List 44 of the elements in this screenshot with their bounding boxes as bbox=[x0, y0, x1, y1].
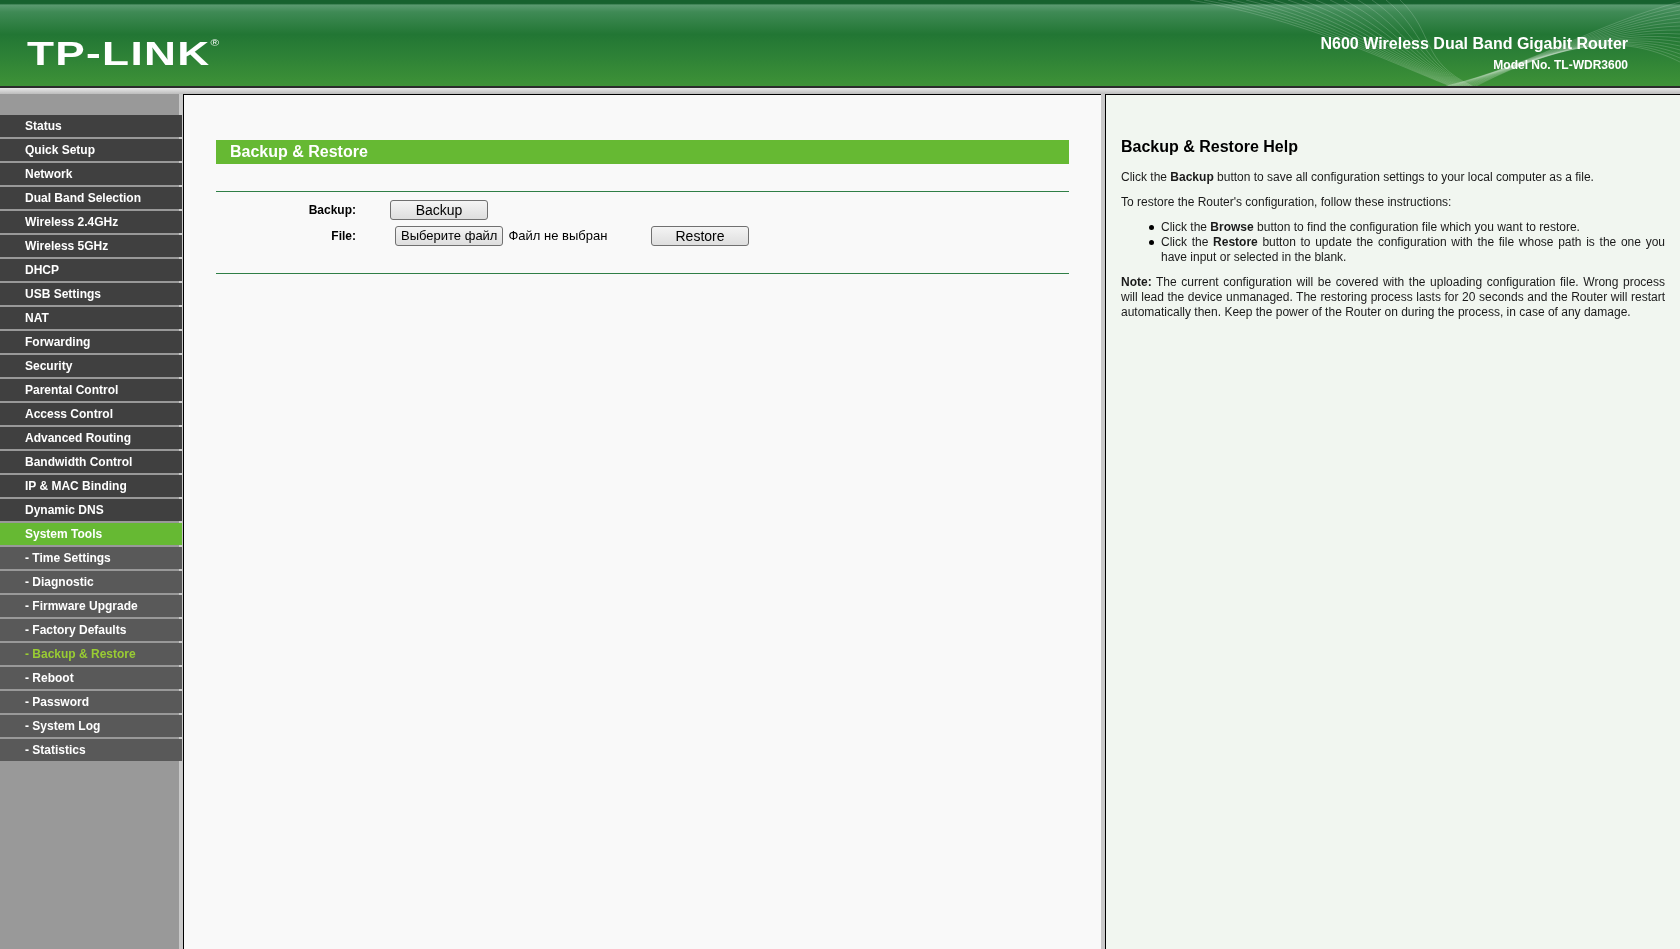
sidebar-submenu-item[interactable]: - Firmware Upgrade bbox=[0, 595, 182, 617]
sidebar-menu-item[interactable]: Forwarding bbox=[0, 331, 182, 353]
sidebar-menu-item[interactable]: USB Settings bbox=[0, 283, 182, 305]
sidebar-menu-item[interactable]: Access Control bbox=[0, 403, 182, 425]
sidebar-submenu-item[interactable]: - Factory Defaults bbox=[0, 619, 182, 641]
sidebar-menu-item[interactable]: Advanced Routing bbox=[0, 427, 182, 449]
bullet-icon bbox=[1149, 225, 1154, 230]
restore-button[interactable]: Restore bbox=[651, 226, 749, 246]
sidebar-submenu-item[interactable]: - Time Settings bbox=[0, 547, 182, 569]
sidebar-submenu-item[interactable]: - Backup & Restore bbox=[0, 643, 182, 665]
sidebar-menu-item[interactable]: Dual Band Selection bbox=[0, 187, 182, 209]
product-title: N600 Wireless Dual Band Gigabit Router bbox=[1320, 34, 1628, 54]
bullet-icon bbox=[1149, 240, 1154, 245]
sidebar-submenu-item[interactable]: - Diagnostic bbox=[0, 571, 182, 593]
help-paragraph: Note: The current configuration will be covered with the uploading configuration file. Wrong process will lead the device unmanaged. The restoring process lasts for 20 seconds and the Router will restart automatically then. Keep the power of the Router on during the process, in case of any damage. bbox=[1121, 275, 1665, 320]
file-chooser-button[interactable]: Выберите файл bbox=[395, 226, 504, 246]
sidebar-menu-item[interactable]: DHCP bbox=[0, 259, 182, 281]
help-title: Backup & Restore Help bbox=[1121, 137, 1299, 157]
help-paragraph: To restore the Router's configuration, follow these instructions: bbox=[1121, 195, 1453, 210]
sidebar-menu-item[interactable]: Bandwidth Control bbox=[0, 451, 182, 473]
sidebar-menu-item[interactable]: Parental Control bbox=[0, 379, 182, 401]
help-list-item: Click the Browse button to find the configuration file which you want to restore. bbox=[1161, 220, 1581, 235]
sidebar-submenu-item[interactable]: - System Log bbox=[0, 715, 182, 737]
sidebar-menu-item[interactable]: Network bbox=[0, 163, 182, 185]
form-label: File: bbox=[330, 228, 356, 245]
sidebar-menu-item[interactable]: Wireless 5GHz bbox=[0, 235, 182, 257]
help-list-item: Click the Restore button to update the configuration with the file whose path is the one you have input or selected in the blank. bbox=[1161, 235, 1665, 265]
logo-registered-mark: ® bbox=[210, 39, 220, 48]
sidebar-menu-item[interactable]: Quick Setup bbox=[0, 139, 182, 161]
sidebar-menu-item[interactable]: Security bbox=[0, 355, 182, 377]
help-paragraph: Click the Backup button to save all configuration settings to your local computer as a file. bbox=[1121, 170, 1595, 185]
sidebar-menu-item[interactable]: Dynamic DNS bbox=[0, 499, 182, 521]
sidebar-menu-item[interactable]: NAT bbox=[0, 307, 182, 329]
sidebar-menu-item[interactable]: Wireless 2.4GHz bbox=[0, 211, 182, 233]
sidebar-submenu-item[interactable]: - Password bbox=[0, 691, 182, 713]
sidebar-menu-item[interactable]: IP & MAC Binding bbox=[0, 475, 182, 497]
sidebar-submenu-item[interactable]: - Statistics bbox=[0, 739, 182, 761]
section-title-bar: Backup & Restore bbox=[216, 140, 1069, 164]
sidebar-submenu-item[interactable]: - Reboot bbox=[0, 667, 182, 689]
backup-button[interactable]: Backup bbox=[390, 200, 488, 220]
file-status-text: Файл не выбран bbox=[508, 227, 608, 246]
form-label: Backup: bbox=[307, 202, 356, 219]
sidebar-menu-item[interactable]: Status bbox=[0, 115, 182, 137]
logo-text: TP-LINK bbox=[27, 36, 211, 70]
